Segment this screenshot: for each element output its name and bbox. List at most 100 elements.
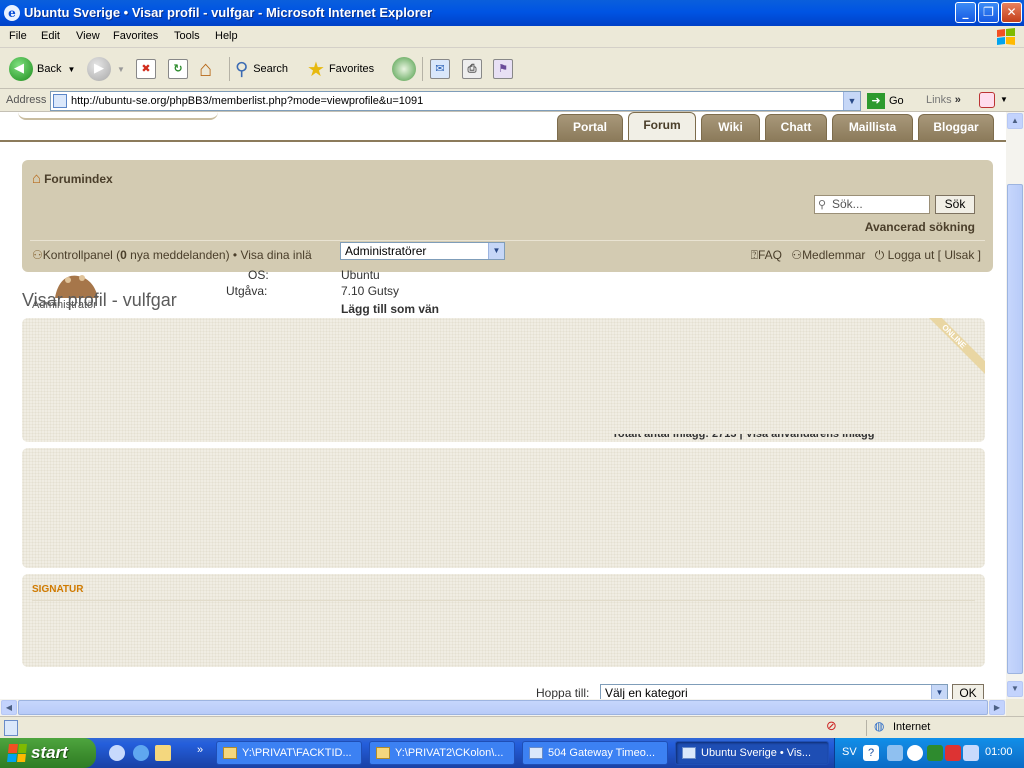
forward-arrow-icon <box>87 57 111 81</box>
profile-panel: ONLINE <box>22 318 985 442</box>
history-button[interactable] <box>392 55 416 83</box>
chevron-down-icon: ▼ <box>117 64 125 74</box>
forumindex-link[interactable]: ⌂ Forumindex <box>32 170 113 187</box>
mail-button[interactable]: ✉ <box>430 55 450 83</box>
tab-maillista[interactable]: Maillista <box>832 114 913 140</box>
close-button[interactable]: ✕ <box>1001 2 1022 23</box>
search-label: Search <box>253 63 289 75</box>
scroll-left-arrow-icon[interactable]: ◀ <box>1 700 17 715</box>
tab-wiki[interactable]: Wiki <box>701 114 760 140</box>
online-badge: ONLINE <box>925 318 985 378</box>
tray-monitor-icon[interactable] <box>963 745 979 761</box>
forum-search-button[interactable]: Sök <box>935 195 975 214</box>
tab-portal[interactable]: Portal <box>557 114 623 140</box>
go-button[interactable]: ➜ Go <box>867 93 904 109</box>
menu-tools[interactable]: Tools <box>174 30 200 42</box>
tray-back-icon[interactable] <box>907 745 923 761</box>
tray-network-icon[interactable] <box>887 745 903 761</box>
quicklaunch-ie-icon[interactable] <box>133 745 149 761</box>
menu-edit[interactable]: Edit <box>41 30 60 42</box>
tab-bloggar[interactable]: Bloggar <box>918 114 994 140</box>
quicklaunch-desktop-icon[interactable] <box>109 745 125 761</box>
control-panel-link[interactable]: ⚇Kontrollpanel (0 nya meddelanden) • Vis… <box>32 248 312 262</box>
version-value: 7.10 Gutsy <box>341 284 400 298</box>
back-arrow-icon <box>9 57 33 81</box>
horizontal-scrollbar[interactable]: ◀ ▶ <box>0 699 1006 716</box>
members-icon: ⚇ <box>791 248 803 262</box>
tray-security-icon[interactable] <box>927 745 943 761</box>
power-icon: ⏻ <box>874 248 885 262</box>
menu-view[interactable]: View <box>76 30 100 42</box>
address-label: Address <box>6 94 47 106</box>
window-title: Ubuntu Sverige • Visar profil - vulfgar … <box>24 5 433 20</box>
add-friend-link[interactable]: Lägg till som vän <box>341 302 439 316</box>
faq-link[interactable]: ⍰FAQ <box>751 248 782 262</box>
research-button[interactable]: ⚑ <box>493 55 513 83</box>
favorites-button[interactable]: ★ Favorites <box>307 55 374 83</box>
forum-navbar: ⌂ Forumindex ⚲ Sök... Sök Avancerad sökn… <box>22 160 993 272</box>
stop-button[interactable]: ✖ <box>136 55 156 83</box>
os-value: Ubuntu <box>341 268 380 282</box>
menu-file[interactable]: File <box>9 30 27 42</box>
start-label: start <box>31 743 68 762</box>
research-icon: ⚑ <box>493 59 513 79</box>
language-indicator[interactable]: SV <box>842 746 857 758</box>
forum-search-input[interactable]: ⚲ Sök... <box>814 195 930 214</box>
refresh-button[interactable]: ↻ <box>168 55 188 83</box>
vertical-scroll-thumb[interactable] <box>1007 184 1023 674</box>
clock: 01:00 <box>985 746 1013 758</box>
search-button[interactable]: ⚲ Search <box>235 55 288 83</box>
back-button[interactable]: Back ▼ <box>9 55 75 83</box>
menu-help[interactable]: Help <box>215 30 238 42</box>
vertical-scrollbar[interactable]: ▲ ▼ <box>1006 112 1024 699</box>
help-icon[interactable]: ? <box>863 745 879 761</box>
taskbar-item[interactable]: 504 Gateway Timeo... <box>522 741 668 765</box>
chevron-down-icon[interactable]: ▼ <box>1000 95 1008 104</box>
site-logo <box>18 112 218 120</box>
logout-link[interactable]: ⏻ Logga ut [ Ulsak ] <box>875 248 981 262</box>
status-bar: ⊘ ◍ Internet <box>0 716 1024 738</box>
quicklaunch-expand-icon[interactable]: » <box>197 744 203 756</box>
chevron-down-icon[interactable]: ▼ <box>843 92 860 110</box>
start-button[interactable]: start <box>0 738 96 768</box>
taskbar-item-active[interactable]: Ubuntu Sverige • Vis... <box>675 741 829 765</box>
back-label: Back <box>37 63 62 75</box>
tray-antivirus-icon[interactable] <box>945 745 961 761</box>
toolbar-extension-icon[interactable] <box>979 92 995 108</box>
stop-icon: ✖ <box>136 59 156 79</box>
members-link[interactable]: ⚇Medlemmar <box>791 248 865 262</box>
windows-flag-icon <box>997 28 1015 45</box>
home-button[interactable]: ⌂ <box>199 55 212 83</box>
scroll-right-arrow-icon[interactable]: ▶ <box>989 700 1005 715</box>
scroll-up-arrow-icon[interactable]: ▲ <box>1007 113 1023 129</box>
horizontal-scroll-thumb[interactable] <box>18 700 988 715</box>
jump-select-value: Välj en kategori <box>605 686 688 699</box>
print-button[interactable]: ⎙ <box>462 55 482 83</box>
advanced-search-link[interactable]: Avancerad sökning <box>865 220 975 234</box>
quicklaunch-app-icon[interactable] <box>155 745 171 761</box>
jump-label: Hoppa till: <box>536 686 590 699</box>
stats-panel <box>22 448 985 568</box>
posts-summary: Totalt antal inlägg: 2713 | Visa använda… <box>612 434 875 440</box>
taskbar-item[interactable]: Y:\PRIVAT2\CKolon\... <box>369 741 515 765</box>
taskbar: start » Y:\PRIVAT\FACKTID... Y:\PRIVAT2\… <box>0 738 1024 768</box>
scroll-down-arrow-icon[interactable]: ▼ <box>1007 681 1023 697</box>
os-label: OS: <box>248 268 269 282</box>
jump-select[interactable]: Välj en kategori ▼ <box>600 684 948 699</box>
menu-favorites[interactable]: Favorites <box>113 30 158 42</box>
forward-button[interactable]: ▼ <box>87 55 125 83</box>
taskbar-item[interactable]: Y:\PRIVAT\FACKTID... <box>216 741 362 765</box>
navbar-divider <box>30 240 985 241</box>
maximize-button[interactable]: ❐ <box>978 2 999 23</box>
tab-chatt[interactable]: Chatt <box>765 114 827 140</box>
windows-flag-icon <box>7 744 27 762</box>
minimize-button[interactable]: _ <box>955 2 976 23</box>
page-title: Visar profil - vulfgar <box>22 290 177 310</box>
links-button[interactable]: Links » <box>926 94 961 106</box>
group-select[interactable]: Administratörer ▼ <box>340 242 505 260</box>
popup-blocked-icon[interactable]: ⊘ <box>826 718 837 734</box>
tab-forum[interactable]: Forum <box>628 112 696 140</box>
address-input[interactable]: http://ubuntu-se.org/phpBB3/memberlist.p… <box>50 91 861 111</box>
page-status-icon <box>4 720 18 736</box>
jump-ok-button[interactable]: OK <box>952 684 984 699</box>
